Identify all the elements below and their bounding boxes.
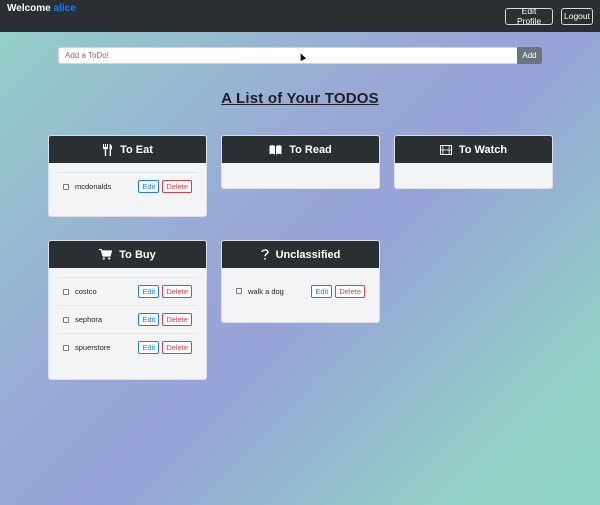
card-title: To Buy	[119, 248, 156, 261]
delete-button[interactable]: Delete	[335, 284, 365, 298]
welcome-brand: Welcome alice	[7, 3, 76, 14]
delete-button[interactable]: Delete	[162, 313, 192, 326]
card-header: To Watch	[395, 136, 552, 163]
card-title: Unclassified	[275, 248, 341, 261]
todo-item: costco Edit Delete	[57, 277, 198, 305]
todo-item: walk a dog Edit Delete	[230, 277, 371, 305]
book-icon	[269, 144, 282, 155]
logout-button[interactable]: Logout	[561, 7, 593, 25]
question-icon	[260, 249, 269, 260]
edit-button[interactable]: Edit	[138, 341, 160, 354]
card-to-eat: To Eat mcdonalds Edit Delete	[48, 135, 207, 217]
todo-item: mcdonalds Edit Delete	[57, 172, 198, 200]
edit-button[interactable]: Edit	[311, 284, 333, 298]
edit-profile-button[interactable]: Edit Profile	[505, 6, 553, 26]
todo-text: mcdonalds	[75, 182, 112, 191]
todo-text: spuerstore	[75, 343, 111, 352]
username: alice	[53, 2, 76, 14]
todo-text: costco	[75, 287, 97, 296]
card-header: To Eat	[49, 136, 206, 163]
card-title: To Eat	[120, 143, 153, 156]
navbar: Welcome alice Edit Profile Logout	[0, 0, 600, 32]
todo-checkbox[interactable]	[63, 344, 69, 351]
todo-text: walk a dog	[248, 286, 284, 296]
delete-button[interactable]: Delete	[162, 180, 192, 193]
delete-button[interactable]: Delete	[162, 341, 192, 354]
todo-checkbox[interactable]	[63, 183, 69, 190]
todo-checkbox[interactable]	[63, 316, 69, 323]
welcome-label: Welcome	[7, 2, 51, 14]
card-header: To Buy	[49, 241, 206, 268]
card-header: Unclassified	[222, 241, 379, 268]
utensils-icon	[102, 143, 113, 156]
card-title: To Watch	[458, 143, 508, 156]
cart-icon	[99, 249, 113, 260]
card-title: To Read	[289, 143, 332, 156]
card-to-watch: To Watch	[394, 135, 553, 189]
todo-item: spuerstore Edit Delete	[57, 333, 198, 361]
page-title: A List of Your TODOS	[221, 90, 379, 107]
todo-checkbox[interactable]	[236, 288, 242, 294]
todo-checkbox[interactable]	[63, 288, 69, 295]
edit-button[interactable]: Edit	[138, 180, 160, 193]
edit-button[interactable]: Edit	[138, 313, 160, 326]
todo-text: sephora	[75, 315, 103, 324]
todo-item: sephora Edit Delete	[57, 305, 198, 333]
film-icon	[439, 144, 452, 155]
card-to-buy: To Buy costco Edit Delete sephora Edit D…	[48, 240, 207, 380]
delete-button[interactable]: Delete	[162, 285, 192, 298]
card-to-read: To Read	[221, 135, 380, 189]
card-unclassified: Unclassified walk a dog Edit Delete	[221, 240, 380, 323]
card-header: To Read	[222, 136, 379, 163]
todo-input[interactable]	[58, 47, 517, 64]
add-button[interactable]: Add	[517, 47, 542, 64]
edit-button[interactable]: Edit	[138, 285, 160, 298]
